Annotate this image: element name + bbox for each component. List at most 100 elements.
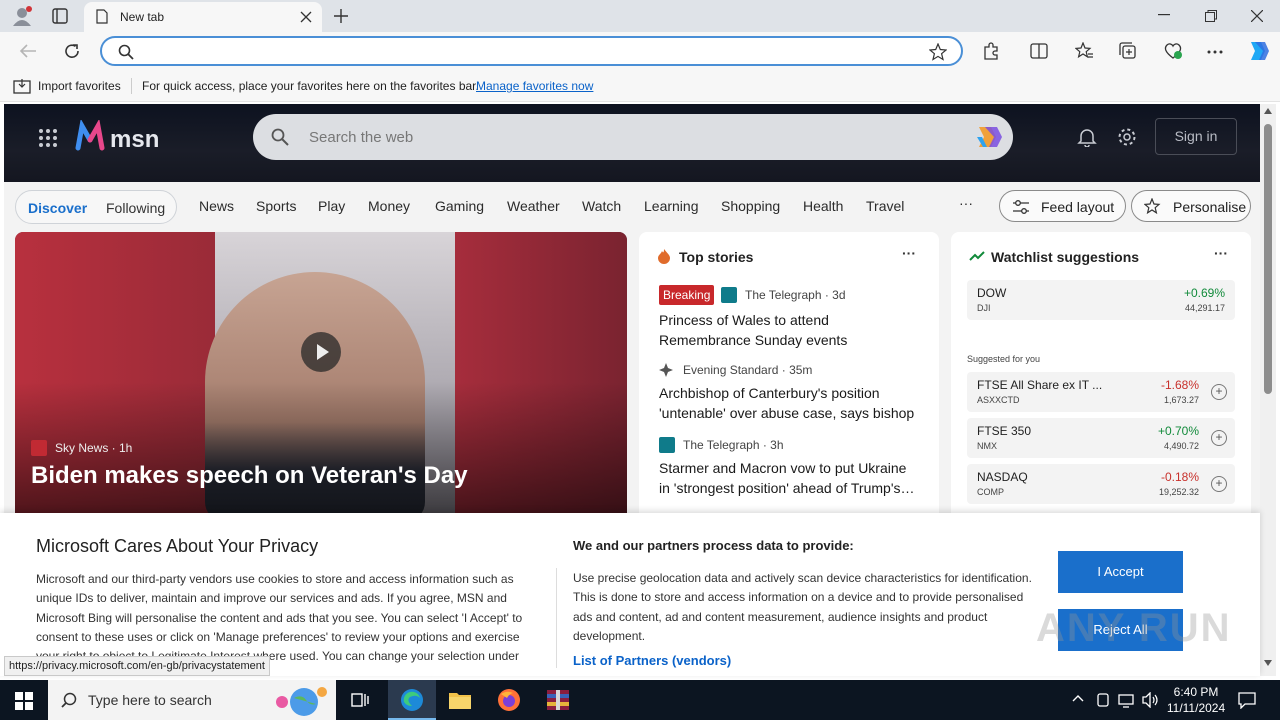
clock-time: 6:40 PM [1173, 685, 1219, 699]
settings-gear-icon[interactable] [1117, 127, 1137, 147]
scroll-up-icon[interactable] [1264, 108, 1272, 114]
tab-new-tab[interactable]: New tab [84, 2, 322, 32]
nav-shopping[interactable]: Shopping [721, 198, 780, 214]
back-icon[interactable] [19, 43, 37, 59]
stock-value: 19,252.32 [1158, 487, 1199, 497]
nav-more[interactable]: ··· [959, 195, 973, 211]
partners-link[interactable]: List of Partners (vendors) [573, 653, 731, 668]
watchlist-more[interactable]: ··· [1214, 245, 1228, 261]
status-bar-url: https://privacy.microsoft.com/en-gb/priv… [4, 656, 270, 676]
stock-row[interactable]: DOW DJI +0.69% 44,291.17 [967, 280, 1235, 320]
divider [131, 78, 132, 94]
personalise-button[interactable]: Personalise [1131, 190, 1251, 222]
search-icon [118, 44, 134, 60]
profile-icon[interactable] [12, 6, 32, 26]
story-headline[interactable]: Princess of Wales to attend Remembrance … [659, 310, 921, 350]
evening-standard-logo-icon [659, 363, 673, 377]
device-icon[interactable] [1096, 692, 1110, 708]
nav-watch[interactable]: Watch [582, 198, 621, 214]
manage-favorites-link[interactable]: Manage favorites now [476, 79, 593, 93]
split-screen-icon[interactable] [1030, 42, 1048, 60]
stock-row[interactable]: FTSE 350 NMX +0.70% 4,490.72 + [967, 418, 1235, 458]
favorites-hint: For quick access, place your favorites h… [142, 79, 479, 93]
apps-grid-icon[interactable] [38, 128, 58, 148]
taskbar-clock[interactable]: 6:40 PM 11/11/2024 [1164, 684, 1228, 716]
chevron-up-icon[interactable] [1072, 694, 1084, 702]
play-button[interactable] [301, 332, 341, 372]
scroll-down-icon[interactable] [1264, 660, 1272, 666]
nav-travel[interactable]: Travel [866, 198, 904, 214]
stock-name: FTSE All Share ex IT ... [977, 378, 1103, 392]
nav-learning[interactable]: Learning [644, 198, 699, 214]
collections-icon[interactable] [1119, 42, 1137, 60]
nav-money[interactable]: Money [368, 198, 410, 214]
notifications-icon[interactable] [1238, 691, 1256, 709]
add-to-watchlist-button[interactable]: + [1211, 476, 1227, 492]
privacy-title: Microsoft Cares About Your Privacy [36, 536, 319, 556]
settings-more-icon[interactable] [1207, 50, 1223, 54]
favorite-star-icon[interactable] [929, 43, 947, 61]
add-to-watchlist-button[interactable]: + [1211, 430, 1227, 446]
browser-essentials-icon[interactable] [1163, 42, 1183, 60]
hero-title[interactable]: Biden makes speech on Veteran's Day [31, 462, 468, 490]
feed-layout-button[interactable]: Feed layout [999, 190, 1126, 222]
story-headline[interactable]: Starmer and Macron vow to put Ukraine in… [659, 458, 921, 498]
stock-row[interactable]: FTSE All Share ex IT ... ASXXCTD -1.68% … [967, 372, 1235, 412]
refresh-icon[interactable] [63, 42, 81, 60]
hero-video-card[interactable]: Sky News · 1h Biden makes speech on Vete… [15, 232, 627, 522]
sign-in-button[interactable]: Sign in [1155, 118, 1237, 155]
stock-change: -1.68% [1160, 378, 1199, 392]
story-headline[interactable]: Archbishop of Canterbury's position 'unt… [659, 383, 921, 423]
close-tab-icon[interactable] [300, 11, 312, 23]
top-stories-title: Top stories [679, 249, 754, 265]
import-favorites-button[interactable]: Import favorites [38, 79, 121, 93]
task-view-icon[interactable] [350, 691, 370, 709]
breaking-badge: Breaking [659, 285, 715, 305]
restore-icon[interactable] [1205, 10, 1217, 22]
clock-date: 11/11/2024 [1166, 701, 1226, 715]
new-tab-button[interactable] [333, 8, 349, 24]
windows-start-icon[interactable] [15, 692, 33, 710]
stock-value: 1,673.27 [1163, 395, 1199, 405]
nav-weather[interactable]: Weather [507, 198, 560, 214]
notifications-bell-icon[interactable] [1077, 127, 1097, 147]
tab-actions-icon[interactable] [52, 8, 68, 24]
copilot-search-icon[interactable] [973, 123, 1003, 151]
stock-change: -0.18% [1160, 470, 1199, 484]
nav-play[interactable]: Play [318, 198, 345, 214]
firefox-icon[interactable] [497, 688, 521, 712]
address-bar[interactable] [100, 36, 963, 66]
extensions-icon[interactable] [982, 42, 1000, 60]
stock-row[interactable]: NASDAQ COMP -0.18% 19,252.32 + [967, 464, 1235, 504]
tab-following[interactable]: Following [106, 200, 165, 216]
top-stories-more[interactable]: ··· [902, 245, 916, 261]
favorites-icon[interactable] [1075, 42, 1093, 60]
nav-gaming[interactable]: Gaming [435, 198, 484, 214]
add-to-watchlist-button[interactable]: + [1211, 384, 1227, 400]
network-icon[interactable] [1118, 692, 1136, 708]
msn-logo-icon[interactable] [74, 120, 108, 154]
volume-icon[interactable] [1142, 692, 1160, 708]
page-scrollbar[interactable] [1260, 104, 1276, 676]
stock-name: FTSE 350 [977, 424, 1032, 438]
scrollbar-thumb[interactable] [1264, 124, 1272, 394]
watchlist-title: Watchlist suggestions [991, 249, 1140, 265]
stock-name: NASDAQ [977, 470, 1028, 484]
minimize-icon[interactable] [1158, 14, 1170, 16]
telegraph-logo-icon [659, 437, 675, 453]
nav-health[interactable]: Health [803, 198, 843, 214]
top-stories-card: Top stories ··· Breaking The Telegraph ·… [639, 232, 939, 522]
close-window-icon[interactable] [1251, 10, 1263, 22]
taskbar-edge-button[interactable] [388, 680, 436, 720]
file-explorer-icon[interactable] [448, 689, 472, 711]
nav-sports[interactable]: Sports [256, 198, 296, 214]
nav-news[interactable]: News [199, 198, 234, 214]
accept-button[interactable]: I Accept [1058, 551, 1183, 593]
msn-search-icon [271, 128, 289, 146]
privacy-consent-banner: Microsoft Cares About Your Privacy Micro… [0, 513, 1260, 676]
taskbar-search-box[interactable]: Type here to search [48, 680, 336, 720]
copilot-icon[interactable] [1245, 39, 1271, 63]
winrar-icon[interactable] [546, 688, 570, 712]
msn-search-box[interactable]: Search the web [253, 114, 1013, 160]
tab-discover[interactable]: Discover [28, 200, 87, 216]
